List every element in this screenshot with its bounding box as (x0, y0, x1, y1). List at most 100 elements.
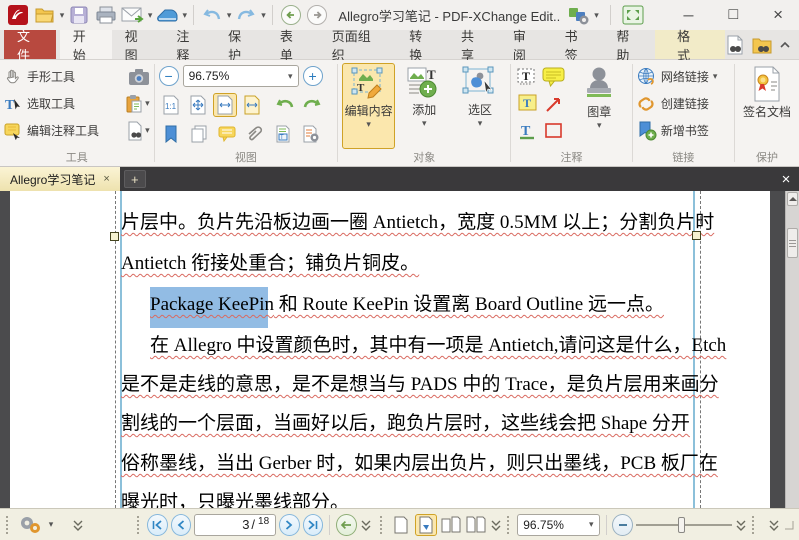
new-tab-button[interactable]: + (123, 170, 146, 188)
stamp-button[interactable]: 图章 ▾ (571, 63, 627, 149)
expand-layout-chevron[interactable] (490, 519, 502, 531)
hand-tool-button[interactable]: 手形工具 (4, 63, 150, 90)
single-page-button[interactable] (389, 514, 411, 536)
attachments-pane-button[interactable] (243, 122, 267, 146)
typewriter-button[interactable]: T (515, 65, 541, 89)
open-button[interactable] (33, 3, 57, 27)
resize-grip[interactable] (783, 519, 795, 531)
selection-button[interactable]: 选区 ▾ (454, 63, 507, 149)
maximize-button[interactable]: □ (718, 3, 748, 27)
arrow-annotation-button[interactable] (541, 92, 567, 116)
rotate-ccw-button[interactable] (273, 93, 297, 117)
scrollbar-thumb[interactable] (787, 228, 798, 258)
fields-pane-button[interactable]: T (271, 122, 295, 146)
pdf-page[interactable]: 片层中。负片先沿板边画一圈 Antietch，宽度 0.5MM 以上；分割负片时… (10, 191, 770, 508)
add-object-button[interactable]: T 添加 ▾ (398, 63, 451, 149)
open-dropdown[interactable]: ▾ (60, 10, 65, 20)
tab-comment[interactable]: 注释 (163, 29, 215, 63)
zoom-slider-knob[interactable] (678, 516, 685, 533)
bookmarks-pane-button[interactable] (159, 122, 183, 146)
status-zoom-out-button[interactable] (612, 513, 633, 536)
comments-pane-button[interactable] (215, 122, 239, 146)
status-options-dropdown[interactable]: ▾ (49, 520, 54, 529)
email-button[interactable] (121, 3, 145, 27)
tab-help[interactable]: 帮助 (603, 29, 655, 63)
add-bookmark-button[interactable]: 新增书签 (637, 117, 730, 144)
fullscreen-button[interactable] (621, 3, 645, 27)
back-button[interactable] (279, 3, 303, 27)
document-tab-close-icon[interactable]: × (103, 173, 109, 185)
paste-button[interactable]: ▾ (125, 94, 150, 114)
facing-pages-button[interactable] (440, 514, 462, 536)
forward-button[interactable] (306, 3, 330, 27)
status-options-button[interactable] (16, 514, 46, 536)
text-box-button[interactable]: T (515, 92, 541, 116)
tab-format[interactable]: 格式 (655, 29, 725, 63)
fit-visible-button[interactable] (240, 93, 264, 117)
thumbnails-pane-button[interactable] (187, 122, 211, 146)
redo-button[interactable] (234, 3, 258, 27)
document-tab[interactable]: Allegro学习笔记 × (0, 167, 120, 191)
fit-width-layout-button[interactable] (414, 513, 437, 536)
first-page-button[interactable] (147, 513, 168, 536)
email-dropdown[interactable]: ▾ (148, 10, 153, 20)
close-button[interactable]: × (763, 3, 793, 27)
zoom-level-combo[interactable]: 96.75% ▾ (182, 65, 299, 87)
undo-button[interactable] (200, 3, 224, 27)
search-document-icon[interactable] (725, 34, 745, 56)
tab-form[interactable]: 表单 (267, 29, 319, 63)
edit-content-button[interactable]: T 编辑内容 ▾ (342, 63, 395, 149)
vertical-scrollbar[interactable] (785, 191, 799, 508)
expand-right-chevron[interactable] (768, 519, 780, 531)
rotate-cw-button[interactable] (300, 93, 324, 117)
snapshot-button[interactable] (128, 68, 150, 86)
text-annotation-button[interactable]: T (515, 119, 541, 143)
expand-toolbar-chevron[interactable] (72, 519, 84, 531)
next-page-button[interactable] (279, 513, 300, 536)
launch-dropdown[interactable]: ▾ (594, 10, 599, 20)
tab-bookmarks[interactable]: 书签 (552, 29, 604, 63)
sign-document-button[interactable]: 签名文档 (739, 63, 795, 149)
collapse-ribbon-button[interactable] (779, 40, 791, 50)
tab-protect[interactable]: 保护 (215, 29, 267, 63)
tab-file[interactable]: 文件 (4, 29, 56, 63)
launch-applications-icon[interactable] (567, 3, 591, 27)
last-page-button[interactable] (302, 513, 324, 536)
tab-view[interactable]: 视图 (112, 29, 164, 63)
print-button[interactable] (94, 3, 118, 27)
properties-pane-button[interactable] (299, 122, 323, 146)
web-links-button[interactable]: 网络链接 ▾ (637, 63, 730, 90)
scan-dropdown[interactable]: ▾ (182, 10, 187, 20)
expand-zoom-chevron[interactable] (735, 519, 747, 531)
zoom-in-button[interactable]: + (302, 66, 323, 86)
save-button[interactable] (67, 3, 91, 27)
scan-button[interactable] (155, 3, 179, 27)
rectangle-annotation-button[interactable] (541, 119, 567, 143)
actual-size-button[interactable]: 1:1 (159, 93, 183, 117)
tab-review[interactable]: 审阅 (500, 29, 552, 63)
tab-share[interactable]: 共享 (448, 29, 500, 63)
resize-handle-left[interactable] (110, 232, 119, 241)
zoom-slider[interactable] (636, 514, 733, 536)
fit-width-button[interactable] (212, 92, 237, 117)
search-folder-icon[interactable] (751, 34, 773, 56)
fit-page-button[interactable] (186, 93, 210, 117)
create-link-button[interactable]: 创建链接 (637, 90, 730, 117)
two-page-scroll-button[interactable] (465, 514, 487, 536)
select-tool-button[interactable]: T 选取工具 ▾ (4, 90, 150, 117)
resize-handle-right[interactable] (692, 231, 701, 240)
tab-home[interactable]: 开始 (59, 29, 112, 63)
tab-convert[interactable]: 转换 (396, 29, 448, 63)
minimize-button[interactable]: ─ (674, 3, 704, 27)
zoom-out-button[interactable]: − (158, 66, 179, 86)
search-button[interactable]: ▾ (127, 121, 150, 141)
close-document-button[interactable]: × (773, 167, 799, 191)
expand-nav-chevron[interactable] (360, 519, 372, 531)
sticky-note-button[interactable] (541, 65, 567, 89)
previous-page-button[interactable] (170, 513, 192, 536)
scroll-up-button[interactable] (787, 192, 798, 206)
tab-organize[interactable]: 页面组织 (319, 29, 397, 63)
previous-view-button[interactable] (336, 513, 357, 536)
edit-comment-tool-button[interactable]: 编辑注释工具 ▾ (4, 117, 150, 144)
undo-dropdown[interactable]: ▾ (227, 10, 232, 20)
